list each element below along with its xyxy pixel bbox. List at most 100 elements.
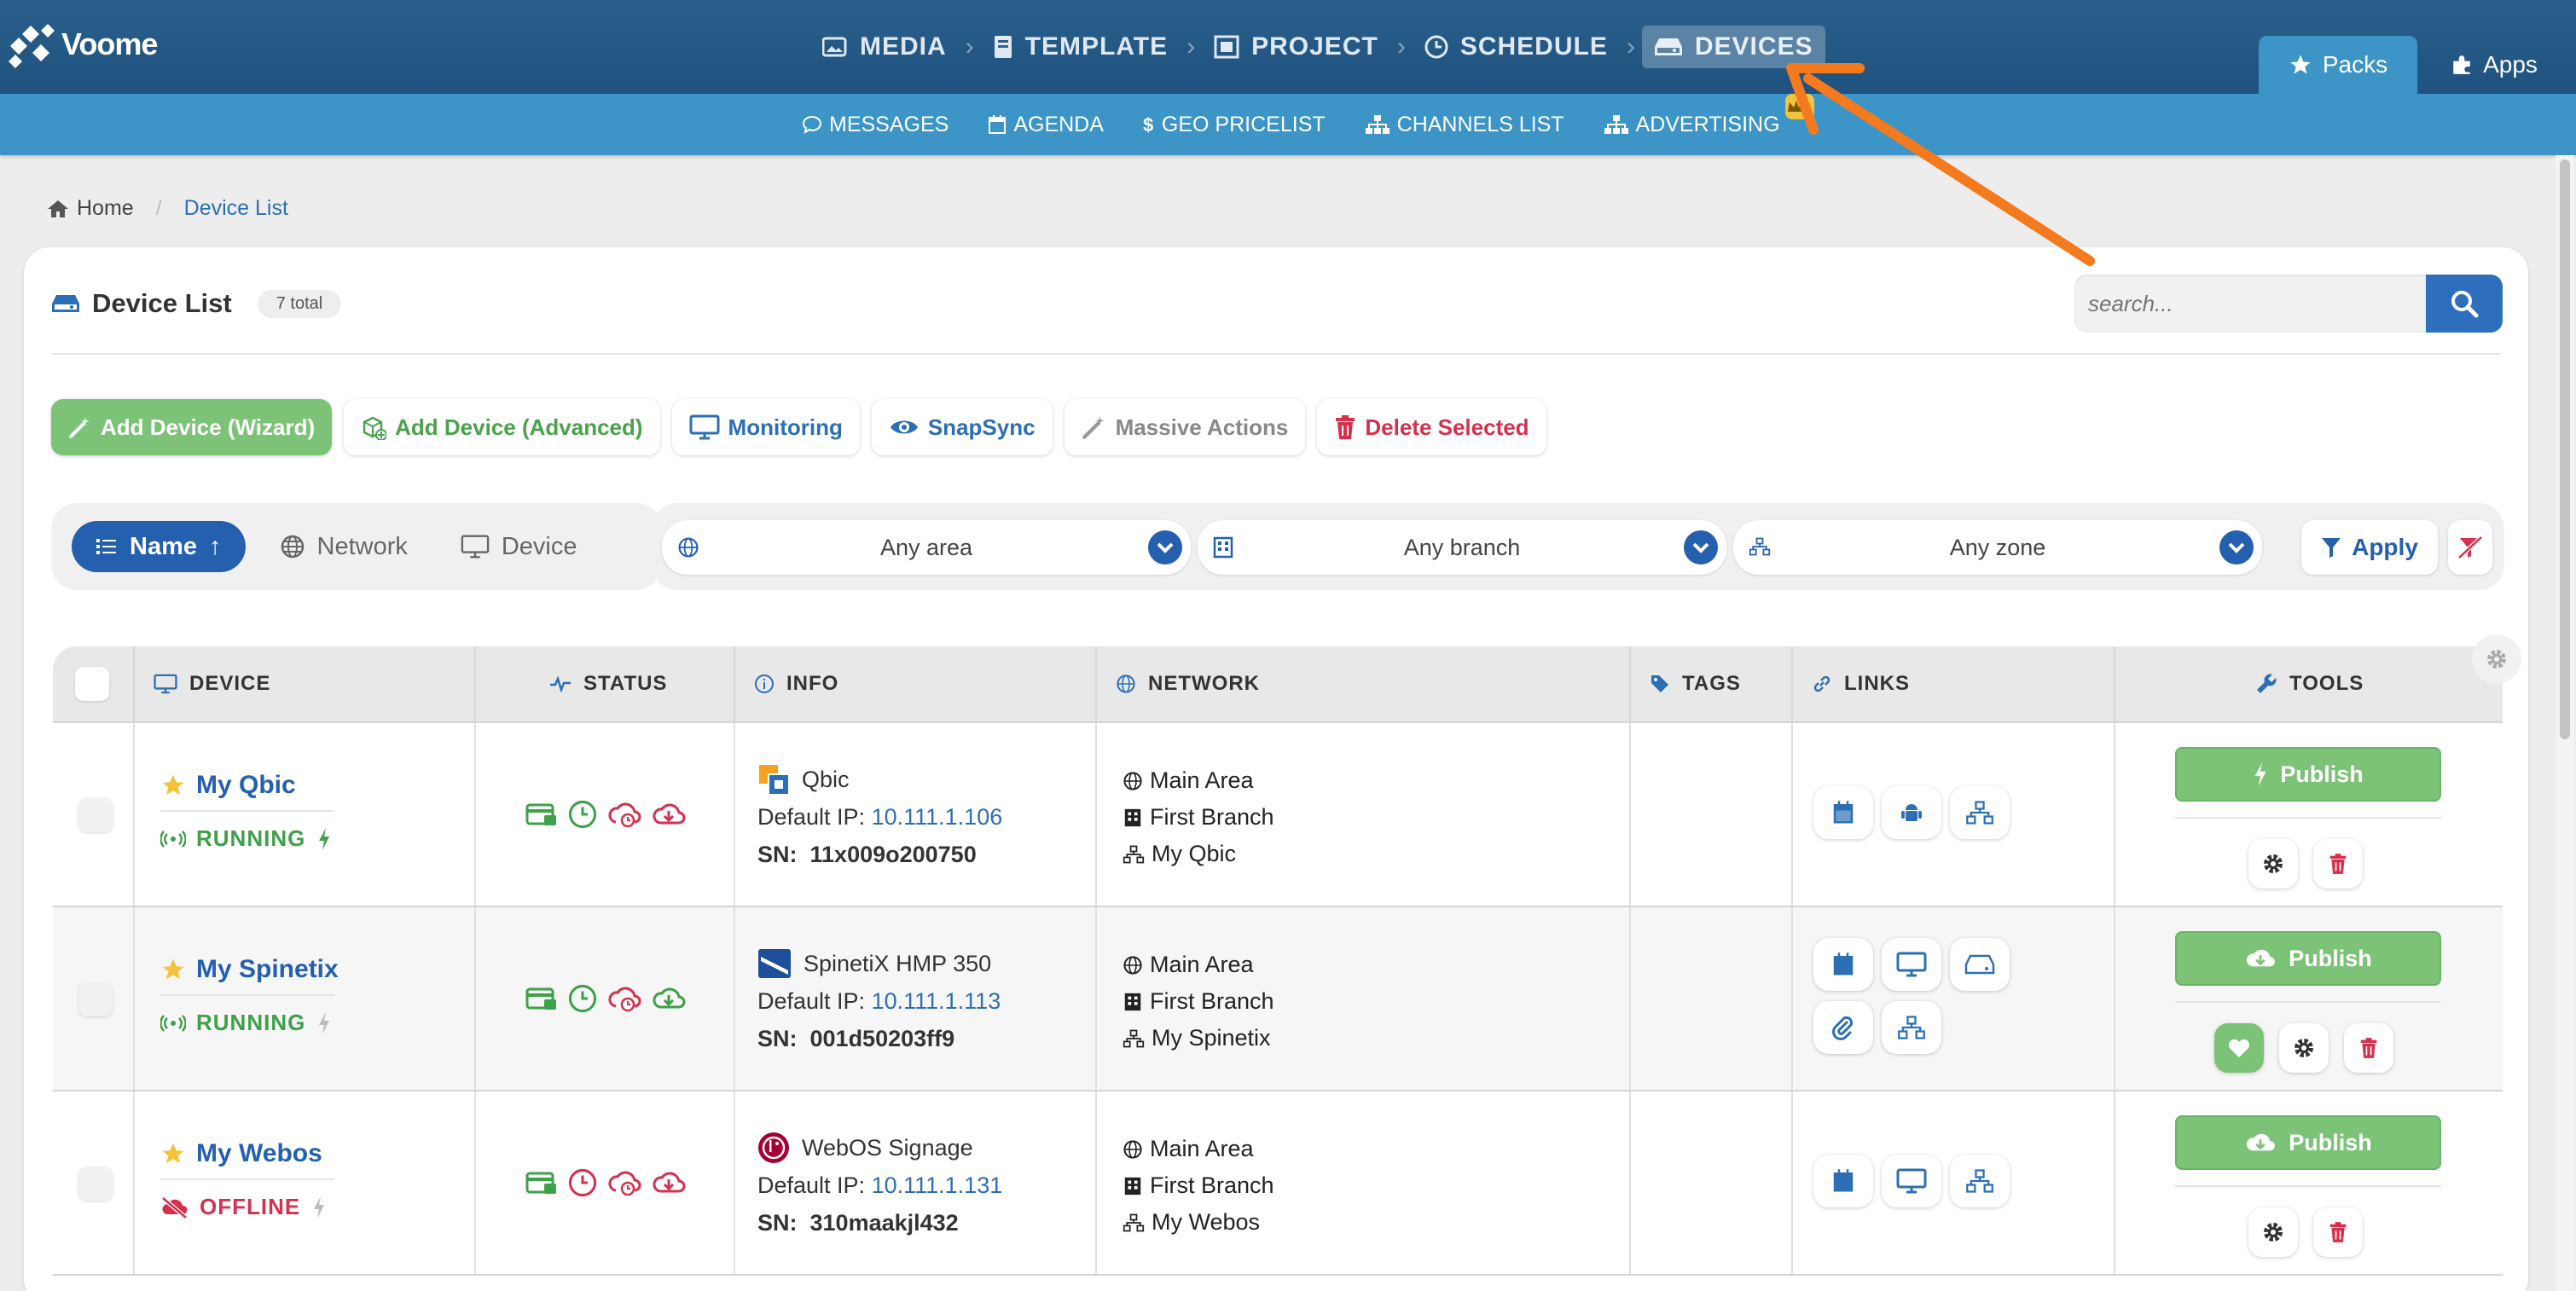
subnav-agenda[interactable]: AGENDA: [988, 113, 1104, 137]
row-checkbox[interactable]: [78, 982, 113, 1016]
search-button[interactable]: [2426, 275, 2503, 333]
header-info[interactable]: INFO: [735, 646, 1097, 721]
nav-media[interactable]: MEDIA: [810, 26, 959, 68]
monitor-icon: [154, 674, 177, 694]
delete-button[interactable]: [2313, 839, 2363, 889]
table-settings-button[interactable]: [2472, 634, 2521, 684]
device-table: DEVICE STATUS INFO NETWORK TAGS LINKS TO…: [53, 634, 2521, 1276]
search-input[interactable]: [2074, 275, 2426, 333]
zone-select[interactable]: Any zone: [1733, 520, 2262, 575]
delete-button[interactable]: [2313, 1207, 2363, 1257]
table-row[interactable]: My Qbic RUNNING Qbic Default IP: 10.111.…: [53, 723, 2503, 907]
settings-button[interactable]: [2248, 839, 2298, 889]
nav-template[interactable]: TEMPLATE: [981, 26, 1180, 68]
ip-link[interactable]: 10.111.1.113: [872, 988, 1001, 1014]
clock-icon: [1424, 35, 1448, 59]
subnav-geo-pricelist[interactable]: $ GEO PRICELIST: [1143, 113, 1326, 137]
monitoring-button[interactable]: Monitoring: [671, 399, 860, 455]
android-link-button[interactable]: [1882, 786, 1941, 839]
snapsync-button[interactable]: SnapSync: [871, 399, 1053, 455]
sort-by-network[interactable]: Network: [280, 533, 408, 561]
cloud-off-icon: [161, 1195, 188, 1219]
sort-by-name[interactable]: Name ↑: [72, 521, 246, 572]
display-link-button[interactable]: [1882, 938, 1941, 991]
table-row[interactable]: My Spinetix RUNNING SpinetiX HMP 350 Def…: [53, 907, 2503, 1091]
add-device-wizard-button[interactable]: Add Device (Wizard): [51, 399, 333, 455]
row-tools: [2248, 839, 2378, 889]
delete-selected-button[interactable]: Delete Selected: [1317, 399, 1546, 455]
subnav-messages[interactable]: MESSAGES: [802, 113, 949, 137]
monitor-icon: [689, 414, 720, 440]
settings-button[interactable]: [2248, 1207, 2298, 1257]
network-link-button[interactable]: [1950, 786, 2010, 839]
links-group: [1813, 938, 2069, 1064]
globe-icon: [281, 535, 304, 559]
hdd-icon: [52, 295, 79, 312]
ip-link[interactable]: 10.111.1.106: [872, 804, 1003, 830]
nav-schedule[interactable]: SCHEDULE: [1413, 26, 1620, 68]
add-device-advanced-button[interactable]: Add Device (Advanced): [344, 399, 660, 455]
tab-apps[interactable]: Apps: [2440, 36, 2549, 94]
massive-actions-button[interactable]: Massive Actions: [1064, 399, 1306, 455]
device-info: WebOS Signage Default IP: 10.111.1.131 S…: [757, 1129, 1002, 1242]
header-device[interactable]: DEVICE: [135, 646, 476, 721]
image-icon: [822, 37, 847, 57]
cloud-sync-icon: [608, 802, 641, 828]
license-card-icon: [525, 803, 556, 825]
trash-icon: [1336, 415, 1355, 439]
branch-select[interactable]: Any branch: [1198, 520, 1726, 575]
sort-by-device[interactable]: Device: [461, 533, 577, 561]
schedule-link-button[interactable]: [1813, 786, 1873, 839]
header-status[interactable]: STATUS: [476, 646, 735, 721]
delete-button[interactable]: [2344, 1023, 2393, 1073]
subnav-channels-list[interactable]: CHANNELS LIST: [1365, 113, 1564, 137]
sitemap-icon: [1749, 537, 1771, 556]
tab-packs[interactable]: Packs: [2259, 36, 2417, 94]
publish-button[interactable]: Publish: [2175, 1115, 2441, 1170]
tags-cell: [1631, 907, 1793, 1090]
brand-logo[interactable]: Voome: [7, 20, 158, 68]
subnav-advertising[interactable]: ADVERTISING: [1604, 93, 1814, 137]
network-link-button[interactable]: [1950, 1155, 2010, 1207]
paperclip-icon: [1832, 1016, 1854, 1040]
info-icon: [755, 674, 774, 693]
nav-devices[interactable]: DEVICES: [1641, 26, 1825, 68]
header-network[interactable]: NETWORK: [1097, 646, 1631, 721]
add-box-icon: [363, 416, 387, 440]
clear-filter-button[interactable]: [2448, 520, 2492, 575]
nav-project[interactable]: PROJECT: [1202, 26, 1390, 68]
breadcrumb-current[interactable]: Device List: [184, 196, 288, 221]
breadcrumb-home[interactable]: Home: [46, 196, 134, 221]
apply-filter-button[interactable]: Apply: [2301, 520, 2438, 575]
status-icons: [525, 984, 696, 1013]
select-all-checkbox[interactable]: [75, 667, 109, 701]
device-name-link[interactable]: My Webos: [160, 1139, 322, 1168]
display-link-button[interactable]: [1882, 1155, 1941, 1207]
publish-button[interactable]: Publish: [2175, 931, 2441, 986]
scrollbar-thumb[interactable]: [2560, 159, 2570, 739]
row-checkbox[interactable]: [78, 798, 113, 832]
device-link-button[interactable]: [1950, 938, 2010, 991]
schedule-link-button[interactable]: [1813, 1155, 1873, 1207]
row-checkbox[interactable]: [78, 1167, 113, 1201]
table-row[interactable]: My Webos OFFLINE WebOS Signage Default I…: [53, 1091, 2503, 1276]
device-name-link[interactable]: My Spinetix: [160, 955, 339, 984]
settings-button[interactable]: [2279, 1023, 2329, 1073]
area-select[interactable]: Any area: [662, 520, 1191, 575]
filter-group: Any area Any branch Any zone Apply: [652, 503, 2504, 590]
sort-group: Name ↑ Network Device: [51, 503, 662, 590]
nav-separator-icon: ›: [1186, 32, 1196, 61]
monitor-icon: [1896, 952, 1927, 977]
attachment-link-button[interactable]: [1813, 1001, 1873, 1054]
building-icon: [1124, 993, 1141, 1010]
page-scrollbar[interactable]: [2556, 155, 2574, 1291]
publish-button[interactable]: Publish: [2175, 747, 2441, 802]
health-button[interactable]: [2214, 1023, 2264, 1073]
ip-link[interactable]: 10.111.1.131: [872, 1172, 1003, 1198]
schedule-link-button[interactable]: [1813, 938, 1873, 991]
android-icon: [1901, 804, 1922, 821]
crown-icon: [1784, 93, 1814, 119]
device-name-link[interactable]: My Qbic: [160, 771, 296, 800]
network-link-button[interactable]: [1882, 1001, 1941, 1054]
nav-separator-icon: ›: [1396, 32, 1406, 61]
